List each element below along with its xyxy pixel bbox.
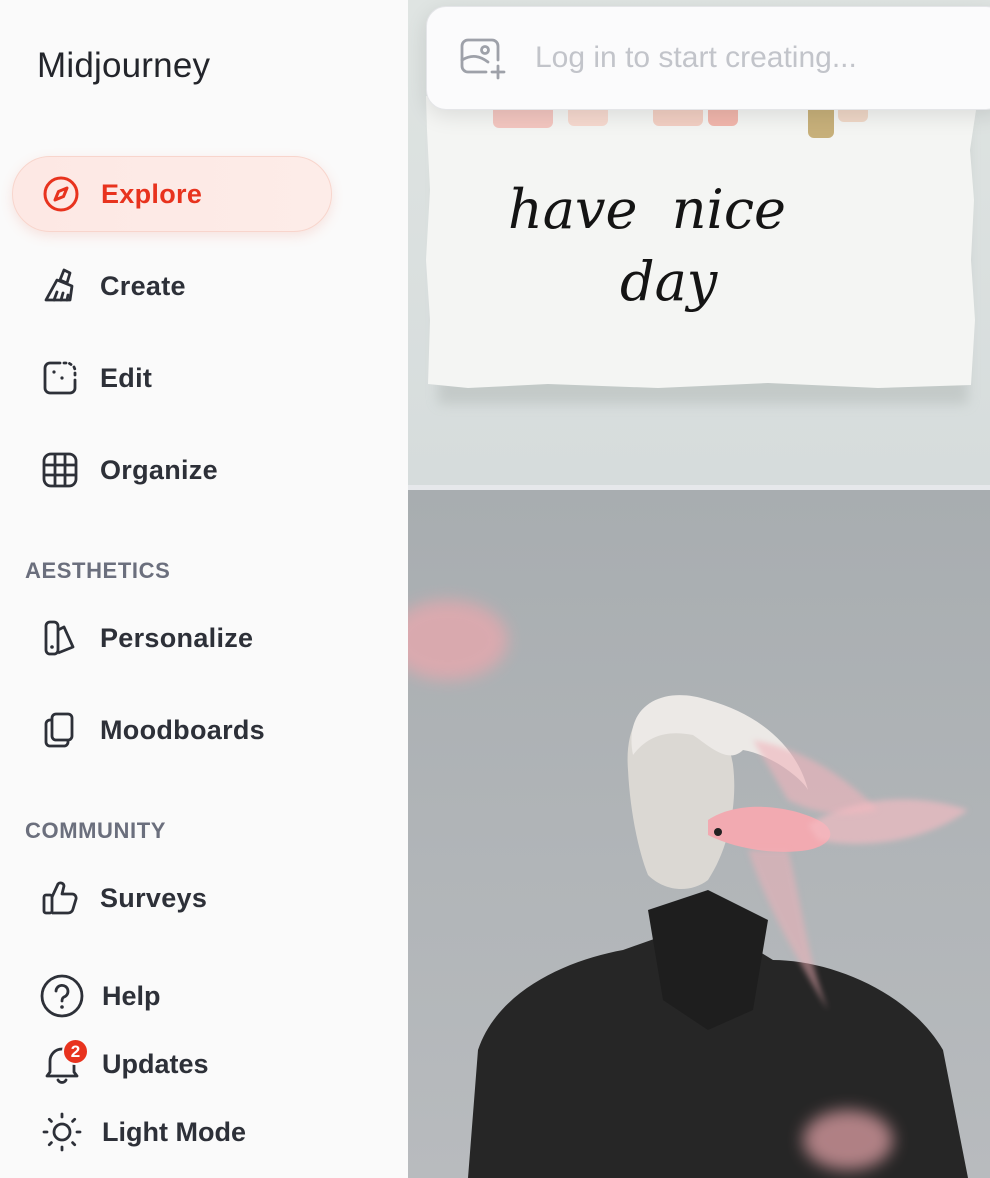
- bell-icon: 2: [36, 1038, 89, 1090]
- explore-feed: have nice day: [408, 0, 990, 1178]
- prompt-placeholder: Log in to start creating...: [535, 41, 857, 74]
- nav-item-edit[interactable]: Edit: [12, 340, 332, 416]
- note-text-line-1: have nice: [508, 178, 786, 241]
- nav-item-updates[interactable]: 2 Updates: [36, 1036, 209, 1092]
- sun-icon: [36, 1106, 88, 1158]
- feed-image-portrait[interactable]: [408, 490, 990, 1178]
- app-title[interactable]: Midjourney: [37, 46, 210, 86]
- nav-item-help[interactable]: Help: [36, 968, 161, 1024]
- nav-item-surveys[interactable]: Surveys: [12, 860, 332, 936]
- nav-item-create[interactable]: Create: [12, 248, 332, 324]
- edit-dashed-icon: [38, 356, 82, 400]
- brush-icon: [38, 264, 82, 308]
- nav-label-personalize: Personalize: [100, 622, 254, 653]
- question-icon: [36, 970, 88, 1022]
- nav-label-edit: Edit: [100, 362, 153, 393]
- nav-item-personalize[interactable]: Personalize: [12, 600, 332, 676]
- compass-icon: [39, 172, 83, 216]
- nav-label-organize: Organize: [100, 454, 218, 485]
- nav-item-moodboards[interactable]: Moodboards: [12, 692, 332, 768]
- section-title-aesthetics: AESTHETICS: [25, 558, 171, 583]
- nav-label-updates: Updates: [102, 1048, 209, 1079]
- cards-icon: [38, 708, 82, 752]
- nav-label-create: Create: [100, 270, 186, 301]
- nav-label-surveys: Surveys: [100, 882, 208, 913]
- note-text-line-2: day: [620, 250, 719, 313]
- sidebar: Midjourney Explore Create Edit Organize …: [0, 0, 408, 1178]
- grid-icon: [38, 448, 82, 492]
- thumbs-up-icon: [38, 876, 82, 920]
- image-add-icon: [457, 33, 507, 83]
- prompt-bar[interactable]: Log in to start creating...: [426, 6, 990, 110]
- swatch-icon: [38, 616, 82, 660]
- nav-item-organize[interactable]: Organize: [12, 432, 332, 508]
- updates-badge: 2: [62, 1038, 89, 1065]
- nav-label-explore: Explore: [101, 178, 203, 209]
- nav-item-explore[interactable]: Explore: [12, 156, 332, 232]
- light-mode-toggle[interactable]: Light Mode: [36, 1104, 246, 1160]
- nav-label-moodboards: Moodboards: [100, 714, 265, 745]
- section-title-community: COMMUNITY: [25, 818, 167, 843]
- light-mode-label: Light Mode: [102, 1116, 246, 1147]
- nav-label-help: Help: [102, 980, 161, 1011]
